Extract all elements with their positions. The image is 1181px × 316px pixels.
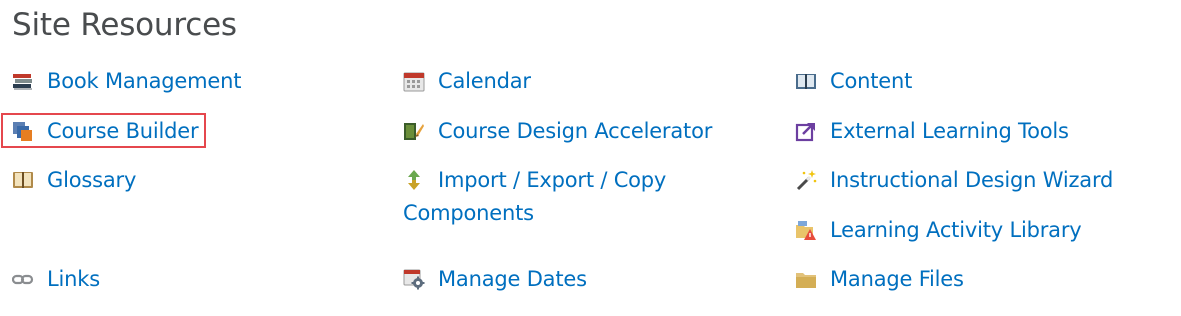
link-glossary[interactable]: Glossary	[12, 164, 136, 197]
link-label: Instructional Design Wizard	[830, 168, 1114, 192]
import-export-arrows-icon	[403, 169, 425, 191]
link-course-design-accelerator[interactable]: Course Design Accelerator	[403, 115, 712, 148]
link-label: External Learning Tools	[830, 119, 1069, 143]
glossary-book-icon	[12, 169, 34, 191]
site-resources-grid: Book Management Course Builder Glossary	[0, 0, 1181, 316]
design-accelerator-icon	[403, 120, 425, 142]
chain-link-icon	[12, 268, 34, 290]
activity-folder-icon	[795, 219, 817, 241]
link-label: Import / Export / Copy Components	[403, 168, 667, 225]
books-icon	[12, 70, 34, 92]
link-book-management[interactable]: Book Management	[12, 65, 241, 98]
link-label: Manage Dates	[438, 267, 587, 291]
link-label: Glossary	[47, 168, 137, 192]
link-label: Manage Files	[830, 267, 964, 291]
link-label: Links	[47, 267, 100, 291]
link-label: Calendar	[438, 69, 531, 93]
link-import-export-copy[interactable]: Import / Export / Copy Components	[403, 164, 703, 230]
highlight-box	[1, 113, 206, 148]
link-external-learning-tools[interactable]: External Learning Tools	[795, 115, 1069, 148]
calendar-gear-icon	[403, 268, 425, 290]
link-content[interactable]: Content	[795, 65, 912, 98]
magic-wand-icon	[795, 169, 817, 191]
open-book-icon	[795, 70, 817, 92]
link-manage-dates[interactable]: Manage Dates	[403, 263, 587, 296]
link-manage-files[interactable]: Manage Files	[795, 263, 964, 296]
link-label: Content	[830, 69, 913, 93]
link-label: Course Design Accelerator	[438, 119, 713, 143]
link-links[interactable]: Links	[12, 263, 100, 296]
calendar-icon	[403, 70, 425, 92]
link-instructional-design-wizard[interactable]: Instructional Design Wizard	[795, 164, 1113, 197]
link-label: Book Management	[47, 69, 242, 93]
link-label: Learning Activity Library	[830, 218, 1082, 242]
external-tool-icon	[795, 120, 817, 142]
link-learning-activity-library[interactable]: Learning Activity Library	[795, 214, 1082, 247]
folder-icon	[795, 268, 817, 290]
link-calendar[interactable]: Calendar	[403, 65, 531, 98]
